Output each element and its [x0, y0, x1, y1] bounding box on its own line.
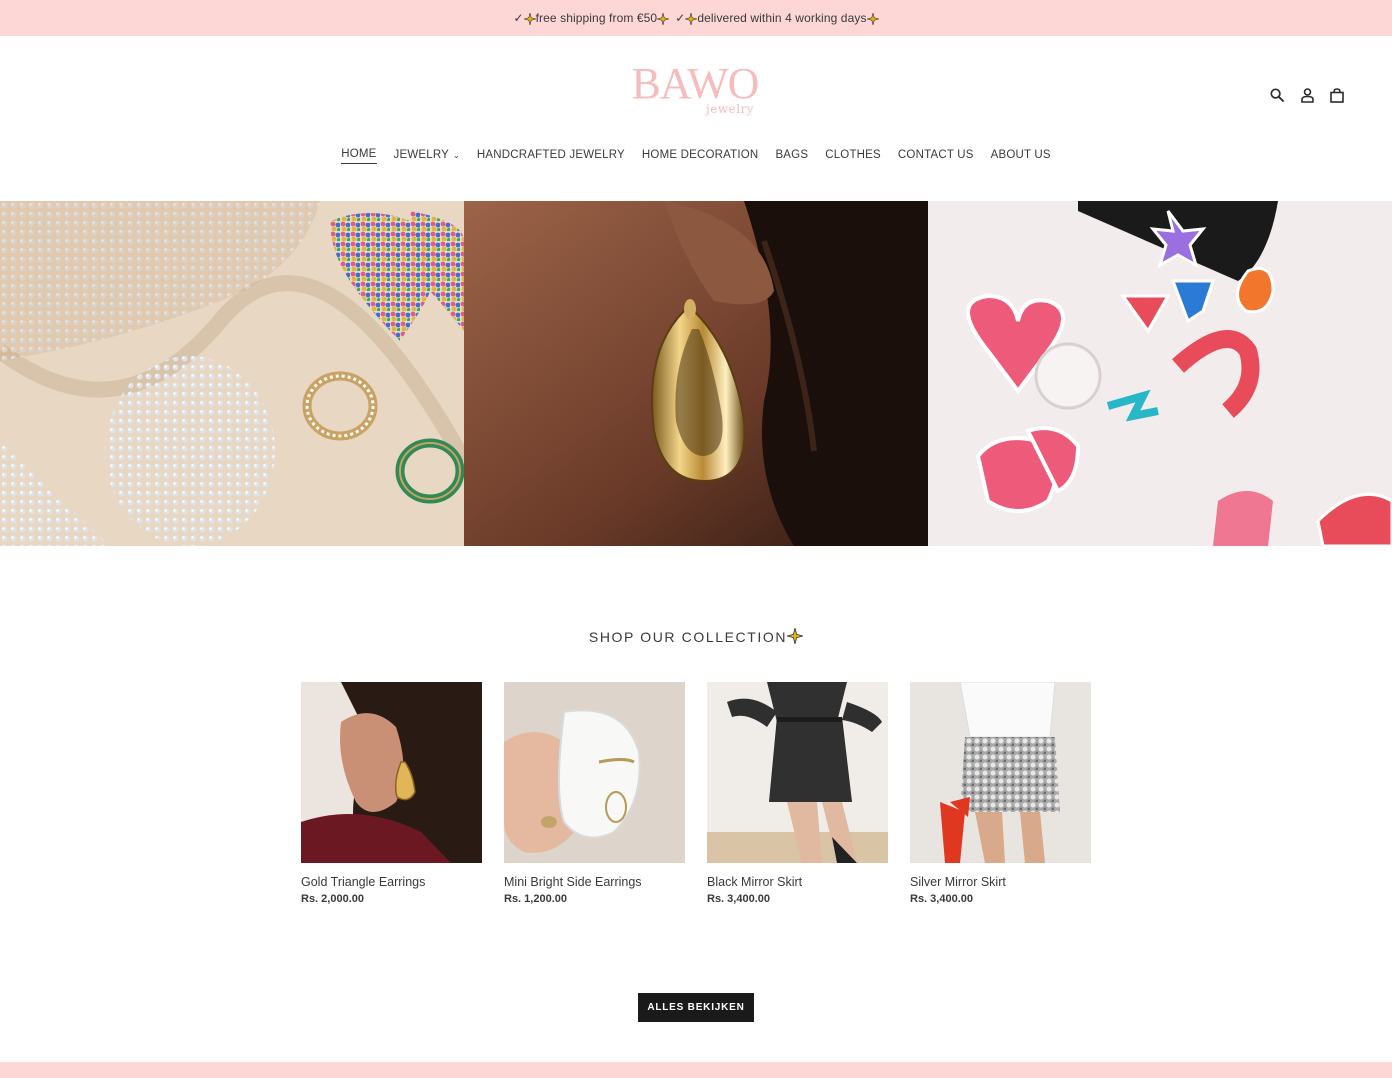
footer-strip: [0, 1062, 1392, 1078]
product-title[interactable]: Silver Mirror Skirt: [910, 875, 1091, 889]
hero-banner: [0, 201, 1392, 546]
sparkle-icon: [786, 627, 804, 645]
nav-label: CLOTHES: [825, 148, 881, 161]
check-icon: ✓: [513, 11, 524, 25]
product-image[interactable]: [504, 682, 685, 863]
product-price: Rs. 3,400.00: [707, 893, 770, 905]
nav-label: HOME: [341, 148, 377, 160]
product-price: Rs. 3,400.00: [910, 893, 973, 905]
search-icon[interactable]: [1268, 86, 1286, 104]
announcement-shipping-text: free shipping from €50: [535, 11, 658, 25]
logo-wordmark: BAWO: [631, 59, 760, 108]
product-card[interactable]: Mini Bright Side Earrings Rs. 1,200.00: [504, 682, 685, 905]
check-icon: ✓: [675, 11, 686, 25]
nav-label: HOME DECORATION: [641, 148, 759, 161]
collection-title: SHOP OUR COLLECTION: [588, 629, 788, 645]
nav-label: ABOUT US: [990, 148, 1051, 161]
hero-image-rhinestone-jewelry[interactable]: [0, 201, 464, 546]
nav-item-about-us[interactable]: ABOUT US: [991, 148, 1051, 164]
announcement-delivery-text: delivered within 4 working days: [697, 11, 867, 25]
announcement-bar: ✓ free shipping from €50 ✓ delivered wit…: [0, 0, 1392, 36]
nav-item-handcrafted-jewelry[interactable]: HANDCRAFTED JEWELRY: [477, 148, 625, 164]
sparkle-icon: [685, 13, 698, 25]
product-card[interactable]: Gold Triangle Earrings Rs. 2,000.00: [301, 682, 482, 905]
header-icons: [1268, 86, 1346, 104]
account-icon[interactable]: [1298, 86, 1316, 104]
nav-item-clothes[interactable]: CLOTHES: [825, 148, 881, 164]
product-card[interactable]: Black Mirror Skirt Rs. 3,400.00: [707, 682, 888, 905]
sparkle-icon: [523, 13, 536, 25]
nav-item-home-decoration[interactable]: HOME DECORATION: [642, 148, 759, 164]
product-card[interactable]: Silver Mirror Skirt Rs. 3,400.00: [910, 682, 1091, 905]
product-price: Rs. 1,200.00: [504, 893, 567, 905]
view-all-button[interactable]: ALLES BEKIJKEN: [638, 993, 754, 1022]
nav-item-bags[interactable]: BAGS: [775, 148, 808, 164]
chevron-down-icon: ⌄: [453, 151, 460, 160]
nav-item-contact-us[interactable]: CONTACT US: [898, 148, 974, 164]
nav-label: CONTACT US: [897, 148, 974, 161]
product-title[interactable]: Black Mirror Skirt: [707, 875, 888, 889]
cart-icon[interactable]: [1328, 86, 1346, 104]
nav-item-home[interactable]: HOME: [341, 148, 377, 164]
sparkle-icon: [866, 13, 879, 25]
product-image[interactable]: [910, 682, 1091, 863]
hero-image-stickers[interactable]: [928, 201, 1392, 546]
sparkle-icon: [657, 13, 670, 25]
product-price: Rs. 2,000.00: [301, 893, 364, 905]
product-grid: Gold Triangle Earrings Rs. 2,000.00 Mini…: [301, 682, 1091, 905]
nav-item-jewelry[interactable]: JEWELRY ⌄: [394, 148, 460, 164]
main-nav: HOME JEWELRY ⌄ HANDCRAFTED JEWELRY HOME D…: [0, 148, 1392, 164]
nav-label: JEWELRY: [393, 148, 450, 161]
product-image[interactable]: [301, 682, 482, 863]
hero-image-gold-earring[interactable]: [464, 201, 928, 546]
product-title[interactable]: Gold Triangle Earrings: [301, 875, 482, 889]
site-logo[interactable]: BAWO jewelry: [620, 62, 770, 120]
product-image[interactable]: [707, 682, 888, 863]
product-title[interactable]: Mini Bright Side Earrings: [504, 875, 685, 889]
nav-label: HANDCRAFTED JEWELRY: [476, 148, 625, 161]
nav-label: BAGS: [775, 148, 809, 161]
logo-subtitle: jewelry: [706, 102, 755, 116]
collection-heading: SHOP OUR COLLECTION: [0, 626, 1392, 645]
